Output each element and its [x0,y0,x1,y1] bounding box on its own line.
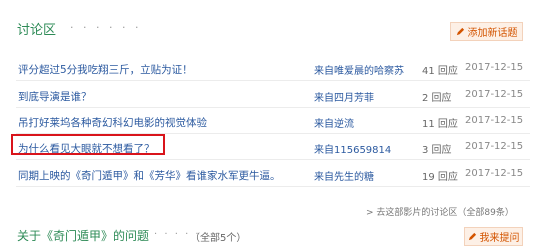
discussion-title: 讨论区 [17,23,57,38]
post-date: 2017-12-15 [465,89,524,100]
reply-count: 11 回应 [422,119,458,130]
reply-count: 3 回应 [422,145,452,156]
topic-link[interactable]: 吊打好莱坞各种奇幻科幻电影的视觉体验 [18,115,207,130]
author-link[interactable]: 来自逆流 [314,115,354,130]
author-link[interactable]: 来自四月芳菲 [314,89,374,104]
more-discussions-link[interactable]: > 去这部影片的讨论区（全部89条） [366,205,514,218]
table-row: 到底导演是谁？ 来自四月芳菲 2 回应 2017-12-15 [16,84,530,108]
topic-link[interactable]: 同期上映的《奇门遁甲》和《芳华》看谁家水军更牛逼。 [18,168,281,183]
post-date: 2017-12-15 [465,115,524,126]
table-row: 评分超过5分我吃翔三斤，立贴为证！ 来自唯爱晨的哈察苏 41 回应 2017-1… [16,57,530,81]
post-date: 2017-12-15 [465,168,524,179]
author-link[interactable]: 来自唯爱晨的哈察苏 [314,62,404,77]
ask-question-button[interactable]: 我来提问 [464,227,523,246]
reply-count: 41 回应 [422,66,458,77]
title-dots: · · · · · · [70,21,142,34]
post-date: 2017-12-15 [465,62,524,73]
questions-count[interactable]: （全部5个） [190,229,246,244]
pencil-icon [456,27,464,36]
questions-title: 关于《奇门遁甲》的问题 [17,229,150,243]
table-row: 吊打好莱坞各种奇幻科幻电影的视觉体验 来自逆流 11 回应 2017-12-15 [16,110,530,134]
topic-link[interactable]: 评分超过5分我吃翔三斤，立贴为证！ [18,62,193,77]
add-topic-label: 添加新话题 [467,28,518,39]
topic-link[interactable]: 到底导演是谁？ [18,89,92,104]
add-topic-button[interactable]: 添加新话题 [450,22,523,41]
post-date: 2017-12-15 [465,141,524,152]
reply-count: 19 回应 [422,172,458,183]
author-link[interactable]: 来自115659814 [314,141,391,156]
table-row: 同期上映的《奇门遁甲》和《芳华》看谁家水军更牛逼。 来自先生的糖 19 回应 2… [16,163,530,187]
ask-question-label: 我来提问 [479,233,520,244]
author-link[interactable]: 来自先生的糖 [314,168,374,183]
pencil-icon [468,232,476,241]
reply-count: 2 回应 [422,93,452,104]
highlight-box [11,134,165,155]
